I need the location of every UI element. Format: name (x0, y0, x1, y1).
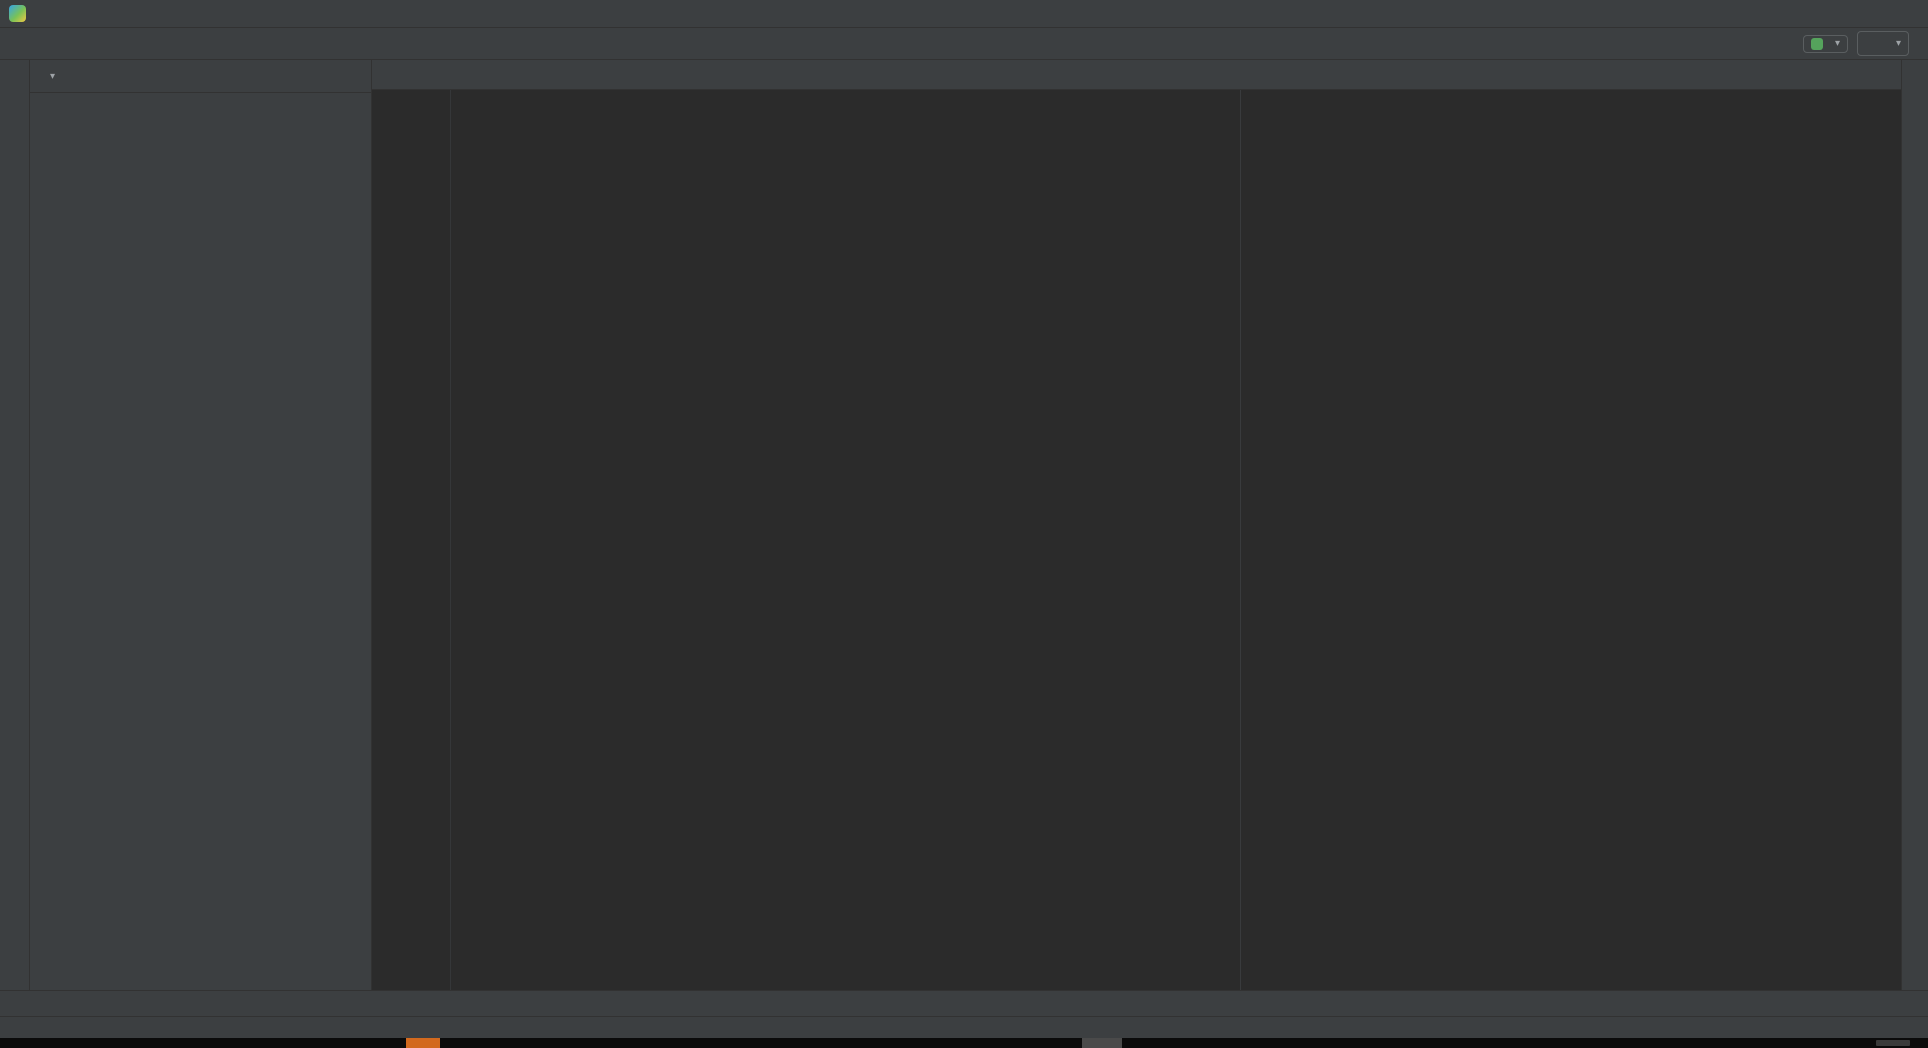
android-studio-logo-icon (9, 5, 26, 22)
window-controls (1790, 0, 1928, 27)
toolbar-actions: ▾ ▾ (1775, 31, 1928, 56)
editor-column (372, 60, 1901, 990)
chevron-down-icon: ▾ (1834, 38, 1840, 49)
build-hammer-icon[interactable] (1775, 34, 1794, 53)
taskbar-strip (0, 1038, 1928, 1048)
background-tasks-icon[interactable] (1898, 1020, 1914, 1036)
hide-panel-icon[interactable] (343, 66, 363, 86)
taskbar-highlight (406, 1038, 440, 1048)
title-bar (0, 0, 1928, 28)
readonly-lock-icon[interactable] (1866, 1020, 1882, 1036)
navigation-bar: ▾ ▾ (0, 28, 1928, 60)
minimize-button[interactable] (1790, 0, 1836, 27)
status-bar (0, 1016, 1928, 1038)
panel-settings-icon[interactable] (317, 66, 337, 86)
project-panel-header: ▾ (30, 60, 371, 93)
main-area: ▾ (0, 60, 1928, 990)
status-widgets (1802, 1020, 1914, 1036)
chevron-down-icon: ▾ (1895, 38, 1901, 49)
project-view-selector[interactable]: ▾ (44, 71, 55, 82)
taskbar-item (1082, 1038, 1122, 1048)
hard-wrap-guide (1240, 90, 1241, 990)
code-editor[interactable] (372, 90, 1901, 990)
toolwindow-switcher-icon[interactable] (6, 1020, 22, 1036)
locate-file-icon[interactable] (265, 66, 285, 86)
taskbar-clock-area (1876, 1040, 1910, 1046)
right-tool-strip (1901, 60, 1928, 990)
close-button[interactable] (1882, 0, 1928, 27)
maximize-button[interactable] (1836, 0, 1882, 27)
tool-window-bar (0, 990, 1928, 1016)
left-tool-strip (0, 60, 30, 990)
project-panel: ▾ (30, 60, 372, 990)
app-module-icon (1810, 37, 1823, 50)
project-panel-toolbar (259, 66, 363, 86)
device-select[interactable]: ▾ (1856, 31, 1909, 56)
editor-tab-bar (372, 60, 1901, 90)
inspections-ok-icon[interactable] (1878, 94, 1894, 110)
android-studio-window: ▾ ▾ ▾ (0, 0, 1928, 1048)
tab-options-icon[interactable] (1873, 65, 1893, 85)
project-tree (30, 93, 371, 97)
phone-icon (1865, 34, 1884, 53)
gutter-separator (450, 90, 451, 990)
run-config-select[interactable]: ▾ (1802, 34, 1848, 53)
chevron-down-icon: ▾ (50, 70, 56, 82)
collapse-all-icon[interactable] (291, 66, 311, 86)
